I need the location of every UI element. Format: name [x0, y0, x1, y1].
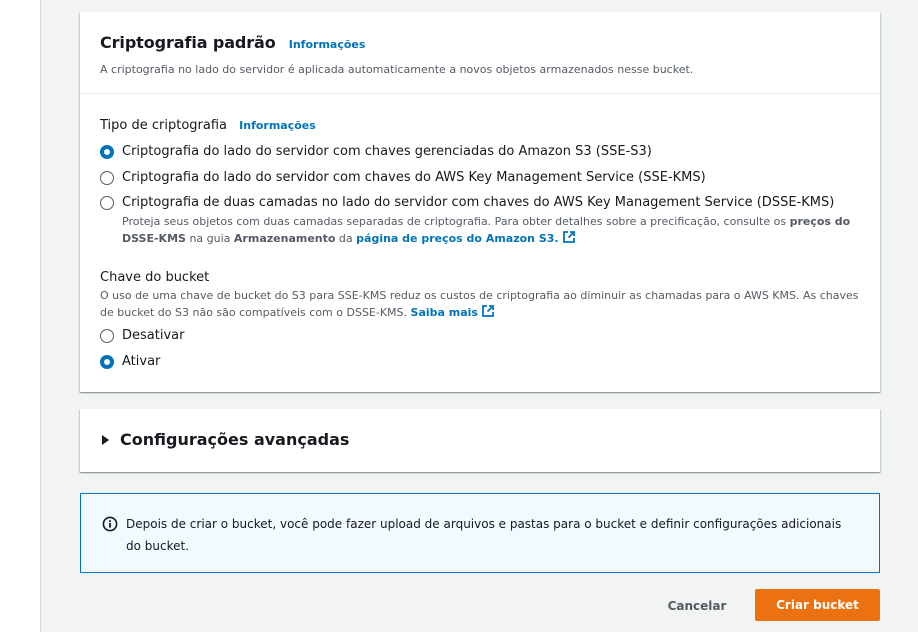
dsse-desc-text: Proteja seus objetos com duas camadas se… — [122, 215, 790, 228]
advanced-settings-panel: Configurações avançadas — [80, 409, 880, 472]
dsse-desc-text: na guia — [185, 232, 234, 245]
side-navigation-strip — [0, 0, 41, 632]
s3-pricing-link[interactable]: página de preços do Amazon S3. — [356, 232, 558, 245]
bucket-key-desc-text: O uso de uma chave de bucket do S3 para … — [100, 289, 859, 319]
encryption-type-label-text: Tipo de criptografia — [100, 118, 227, 133]
encryption-type-label: Tipo de criptografia Informações — [100, 118, 316, 133]
radio-label[interactable]: Ativar — [122, 354, 160, 369]
radio-button[interactable] — [100, 328, 114, 343]
cancel-button[interactable]: Cancelar — [654, 590, 740, 622]
radio-sse-s3[interactable]: Criptografia do lado do servidor com cha… — [100, 144, 652, 159]
encryption-type-info-link[interactable]: Informações — [239, 119, 316, 132]
default-encryption-panel: Criptografia padrão Informações A cripto… — [80, 12, 880, 392]
info-alert: Depois de criar o bucket, você pode faze… — [80, 493, 880, 573]
advanced-settings-title[interactable]: Configurações avançadas — [120, 430, 349, 449]
dsse-kms-description: Proteja seus objetos com duas camadas se… — [122, 214, 862, 247]
external-link-icon[interactable] — [562, 230, 576, 244]
radio-label[interactable]: Criptografia do lado do servidor com cha… — [122, 170, 706, 185]
panel-description: A criptografia no lado do servidor é apl… — [100, 63, 694, 76]
radio-button[interactable] — [100, 354, 114, 369]
caret-right-icon[interactable] — [102, 434, 109, 445]
radio-sse-kms[interactable]: Criptografia do lado do servidor com cha… — [100, 170, 706, 185]
radio-bucket-key-enable[interactable]: Ativar — [100, 354, 160, 369]
radio-label[interactable]: Criptografia do lado do servidor com cha… — [122, 144, 652, 159]
dsse-desc-storage-bold: Armazenamento — [233, 232, 336, 245]
dsse-desc-text: da — [335, 232, 357, 245]
advanced-settings-toggle[interactable]: Configurações avançadas — [102, 430, 349, 449]
external-link-icon[interactable] — [481, 304, 495, 318]
panel-title: Criptografia padrão — [100, 33, 276, 52]
alert-message: Depois de criar o bucket, você pode faze… — [126, 517, 842, 553]
radio-button[interactable] — [100, 170, 114, 185]
bucket-key-description: O uso de uma chave de bucket do S3 para … — [100, 288, 860, 321]
panel-header: Criptografia padrão Informações A cripto… — [80, 12, 880, 94]
radio-bucket-key-disable[interactable]: Desativar — [100, 328, 184, 343]
create-bucket-button[interactable]: Criar bucket — [755, 589, 880, 621]
info-circle-icon — [102, 516, 118, 532]
bucket-key-label: Chave do bucket — [100, 270, 210, 285]
radio-button[interactable] — [100, 195, 114, 210]
radio-button[interactable] — [100, 144, 114, 159]
info-link[interactable]: Informações — [289, 38, 366, 51]
radio-label[interactable]: Criptografia de duas camadas no lado do … — [122, 195, 834, 210]
radio-label[interactable]: Desativar — [122, 328, 184, 343]
radio-dsse-kms[interactable]: Criptografia de duas camadas no lado do … — [100, 195, 834, 210]
learn-more-link[interactable]: Saiba mais — [411, 306, 478, 319]
